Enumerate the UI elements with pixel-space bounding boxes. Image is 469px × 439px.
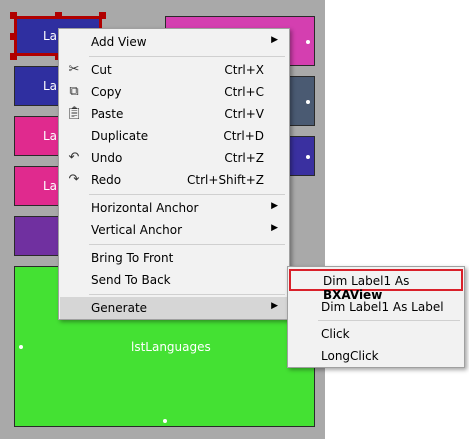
submenu-arrow-icon: ▶ <box>271 201 278 211</box>
menu-item-generate[interactable]: Generate ▶ <box>60 297 288 319</box>
scissors-icon: ✂ <box>68 62 80 77</box>
menu-item-bring-to-front[interactable]: Bring To Front <box>60 247 288 269</box>
menu-item-undo[interactable]: ↶ Undo Ctrl+Z <box>60 147 288 169</box>
menu-item-send-to-back[interactable]: Send To Back <box>60 269 288 291</box>
resize-handle[interactable] <box>55 12 62 19</box>
submenu-item-click[interactable]: Click <box>289 323 463 345</box>
paste-icon: 📋︎ <box>66 106 83 121</box>
copy-icon: ⧉ <box>69 84 79 99</box>
menu-separator <box>89 294 285 295</box>
menu-item-copy[interactable]: ⧉ Copy Ctrl+C <box>60 81 288 103</box>
submenu-arrow-icon: ▶ <box>271 35 278 45</box>
menu-separator <box>318 320 460 321</box>
redo-icon: ↷ <box>68 172 80 187</box>
resize-handle[interactable] <box>10 53 17 60</box>
menu-separator <box>89 56 285 57</box>
submenu-item-longclick[interactable]: LongClick <box>289 345 463 367</box>
view-label: lstLanguages <box>131 340 211 354</box>
menu-item-vertical-anchor[interactable]: Vertical Anchor ▶ <box>60 219 288 241</box>
menu-item-duplicate[interactable]: Duplicate Ctrl+D <box>60 125 288 147</box>
resize-handle[interactable] <box>10 33 17 40</box>
submenu-item-dim-label[interactable]: Dim Label1 As Label <box>289 296 463 318</box>
menu-item-add-view[interactable]: Add View ▶ <box>60 31 288 53</box>
menu-item-paste[interactable]: 📋︎ Paste Ctrl+V <box>60 103 288 125</box>
menu-item-horizontal-anchor[interactable]: Horizontal Anchor ▶ <box>60 197 288 219</box>
generate-submenu: Dim Label1 As BXAView Dim Label1 As Labe… <box>287 266 465 368</box>
menu-separator <box>89 244 285 245</box>
menu-separator <box>89 194 285 195</box>
submenu-arrow-icon: ▶ <box>271 301 278 311</box>
menu-item-cut[interactable]: ✂ Cut Ctrl+X <box>60 59 288 81</box>
submenu-item-dim-bxaview[interactable]: Dim Label1 As BXAView <box>289 269 463 302</box>
resize-handle[interactable] <box>99 12 106 19</box>
submenu-arrow-icon: ▶ <box>271 223 278 233</box>
resize-handle[interactable] <box>10 12 17 19</box>
context-menu: Add View ▶ ✂ Cut Ctrl+X ⧉ Copy Ctrl+C 📋︎… <box>58 28 290 320</box>
undo-icon: ↶ <box>68 150 80 165</box>
menu-item-redo[interactable]: ↷ Redo Ctrl+Shift+Z <box>60 169 288 191</box>
